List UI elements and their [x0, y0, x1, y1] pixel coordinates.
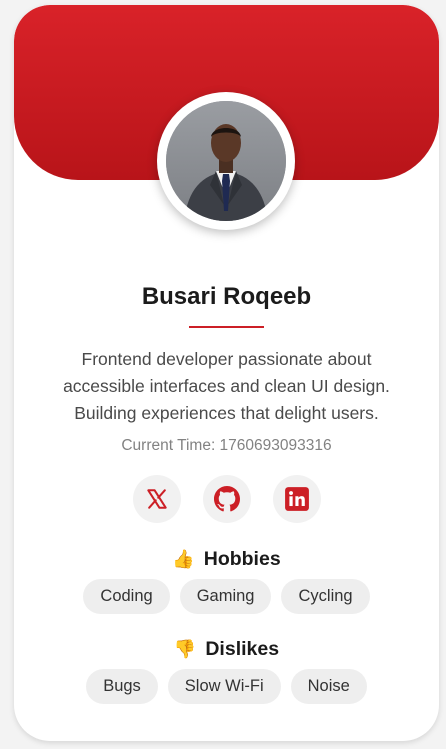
- profile-name: Busari Roqeeb: [141, 283, 312, 310]
- x-icon: [146, 489, 167, 509]
- hobbies-heading: 👍 Hobbies: [14, 548, 439, 571]
- dislike-chip: Bugs: [86, 669, 158, 704]
- x-link-button[interactable]: [132, 475, 181, 523]
- avatar: [166, 101, 286, 221]
- github-link-button[interactable]: [202, 475, 251, 523]
- avatar-frame: [157, 92, 295, 230]
- dislikes-title: Dislikes: [205, 638, 280, 660]
- hobby-chip: Coding: [83, 579, 170, 614]
- dislikes-heading: 👎 Dislikes: [14, 638, 439, 661]
- linkedin-icon: [284, 487, 309, 511]
- github-icon: [213, 486, 240, 512]
- avatar-photo: [166, 101, 286, 221]
- thumbs-down-icon: 👎: [173, 639, 197, 659]
- dislike-chip: Slow Wi-Fi: [167, 669, 281, 704]
- hobby-chip: Gaming: [179, 579, 272, 614]
- current-time: Current Time: 1760693093316: [121, 437, 332, 454]
- dislikes-list: Bugs Slow Wi-Fi Noise: [14, 669, 439, 704]
- hobbies-title: Hobbies: [203, 548, 281, 570]
- hobby-chip: Cycling: [281, 579, 370, 614]
- dislike-chip: Noise: [290, 669, 367, 704]
- linkedin-link-button[interactable]: [272, 475, 321, 523]
- hobbies-list: Coding Gaming Cycling: [14, 579, 439, 614]
- name-divider: [189, 326, 264, 328]
- thumbs-up-icon: 👍: [172, 549, 195, 569]
- social-links: [14, 475, 439, 523]
- profile-bio: Frontend developer passionate about acce…: [63, 349, 390, 423]
- profile-card: Busari Roqeeb Frontend developer passion…: [14, 5, 439, 741]
